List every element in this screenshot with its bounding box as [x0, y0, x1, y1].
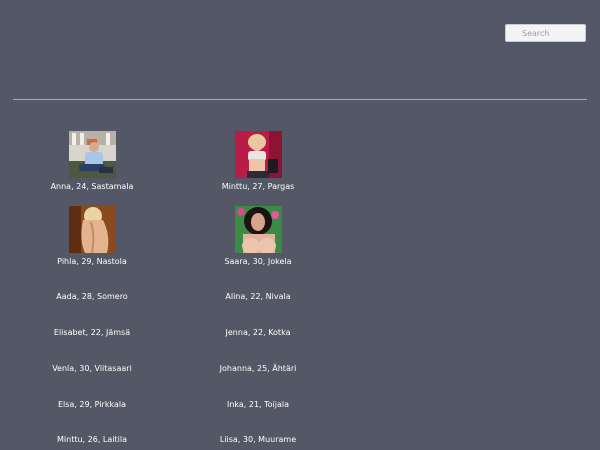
- profile-label: Elisabet, 22, Jämsä: [53, 328, 131, 337]
- profile-label: Venla, 30, Viitasaari: [52, 364, 132, 373]
- profile-label: Anna, 24, Sastamala: [50, 182, 134, 191]
- profile-card[interactable]: Jenna, 22, Kotka: [193, 328, 323, 338]
- profile-label: Jenna, 22, Kotka: [225, 328, 291, 337]
- profile-label: Elsa, 29, Pirkkala: [57, 400, 126, 409]
- profile-photo[interactable]: [234, 131, 282, 178]
- page: Anna, 24, Sastamala Minttu, 27, Pargas: [0, 0, 600, 450]
- profile-card[interactable]: Johanna, 25, Ähtäri: [193, 364, 323, 374]
- profile-photo[interactable]: [234, 206, 282, 253]
- profile-photo[interactable]: [68, 206, 116, 253]
- profile-card[interactable]: Aada, 28, Somero: [27, 292, 157, 302]
- profile-label: Minttu, 27, Pargas: [221, 182, 295, 191]
- profile-label: Aada, 28, Somero: [56, 292, 128, 301]
- profile-label: Alina, 22, Nivala: [225, 292, 291, 301]
- profile-card[interactable]: Minttu, 27, Pargas: [193, 131, 323, 192]
- profile-label: Saara, 30, Jokela: [224, 257, 292, 266]
- profile-card[interactable]: Alina, 22, Nivala: [193, 292, 323, 302]
- profile-card[interactable]: Saara, 30, Jokela: [193, 206, 323, 267]
- profile-photo[interactable]: [68, 131, 116, 178]
- profile-card[interactable]: Minttu, 26, Laitila: [27, 435, 157, 445]
- profile-card[interactable]: Pihla, 29, Nastola: [27, 206, 157, 267]
- profile-card[interactable]: Elsa, 29, Pirkkala: [27, 400, 157, 410]
- profile-card[interactable]: Venla, 30, Viitasaari: [27, 364, 157, 374]
- header-divider: [13, 99, 587, 100]
- profile-card[interactable]: Liisa, 30, Muurame: [193, 435, 323, 445]
- profile-card[interactable]: Anna, 24, Sastamala: [27, 131, 157, 192]
- profile-label: Pihla, 29, Nastola: [57, 257, 127, 266]
- profile-card[interactable]: Elisabet, 22, Jämsä: [27, 328, 157, 338]
- profile-card[interactable]: Inka, 21, Toijala: [193, 400, 323, 410]
- profile-label: Johanna, 25, Ähtäri: [219, 364, 297, 373]
- profile-label: Liisa, 30, Muurame: [219, 435, 297, 444]
- profile-label: Minttu, 26, Laitila: [57, 435, 127, 444]
- search-input[interactable]: [505, 24, 586, 42]
- profile-label: Inka, 21, Toijala: [226, 400, 290, 409]
